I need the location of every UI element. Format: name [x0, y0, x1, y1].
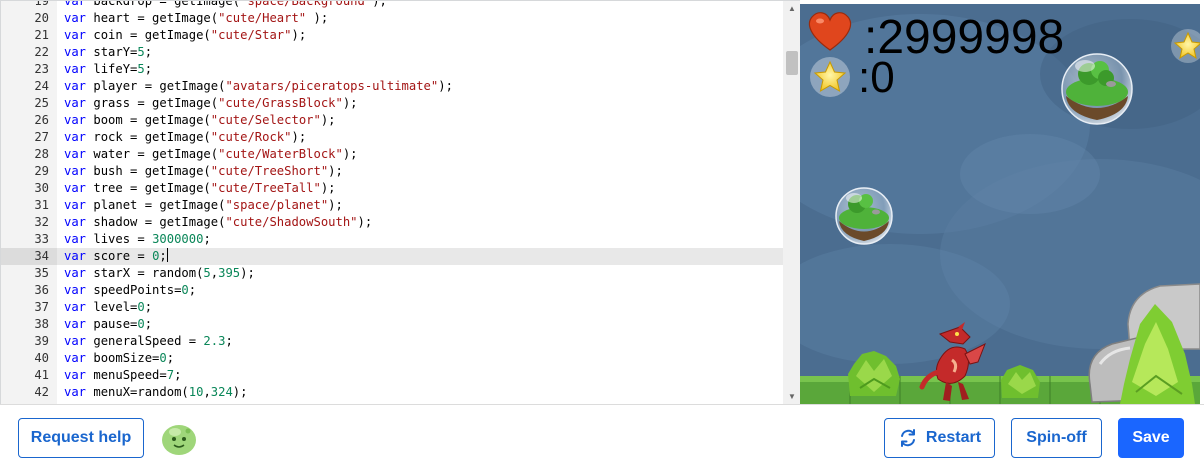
text-cursor [166, 248, 168, 262]
code-text[interactable]: var starX = random(5,395); [64, 265, 255, 282]
code-editor[interactable]: 19 var backdrop = getImage("space/Backgro… [0, 0, 800, 404]
restart-label: Restart [925, 429, 982, 446]
star-icon [810, 57, 850, 97]
code-line[interactable]: 38 var pause=0; [1, 316, 783, 333]
line-number: 29 [34, 164, 49, 178]
code-text[interactable]: var score = 0; [64, 248, 168, 265]
code-text[interactable]: var coin = getImage("cute/Star"); [64, 27, 306, 44]
code-text[interactable]: var grass = getImage("cute/GrassBlock"); [64, 95, 358, 112]
code-text[interactable]: var speedPoints=0; [64, 282, 196, 299]
line-number: 35 [34, 266, 49, 280]
code-text[interactable]: var backdrop = getImage("space/Backgroun… [64, 1, 387, 10]
line-number: 21 [34, 28, 49, 42]
code-line[interactable]: 33 var lives = 3000000; [1, 231, 783, 248]
code-line[interactable]: 19 var backdrop = getImage("space/Backgro… [1, 0, 783, 10]
code-line[interactable]: 25 var grass = getImage("cute/GrassBlock"… [1, 95, 783, 112]
code-line[interactable]: 41 var menuSpeed=7; [1, 367, 783, 384]
scroll-up-arrow-icon[interactable]: ▲ [783, 1, 800, 17]
game-canvas[interactable]: :2999998 :0 [800, 4, 1200, 404]
line-number: 25 [34, 96, 49, 110]
code-text[interactable]: var pause=0; [64, 316, 152, 333]
save-button[interactable]: Save [1118, 418, 1184, 458]
code-text[interactable]: var planet = getImage("space/planet"); [64, 197, 343, 214]
code-text[interactable]: var rock = getImage("cute/Rock"); [64, 129, 306, 146]
code-line[interactable]: 29 var bush = getImage("cute/TreeShort"); [1, 163, 783, 180]
line-number: 26 [34, 113, 49, 127]
code-text[interactable]: var lives = 3000000; [64, 231, 211, 248]
scroll-thumb[interactable] [786, 51, 798, 75]
line-number: 32 [34, 215, 49, 229]
line-number: 31 [34, 198, 49, 212]
code-line[interactable]: 40 var boomSize=0; [1, 350, 783, 367]
request-help-label: Request help [30, 429, 132, 446]
code-text[interactable]: var shadow = getImage("cute/ShadowSouth"… [64, 214, 372, 231]
line-number: 34 [1, 248, 57, 265]
line-number: 22 [34, 45, 49, 59]
spin-off-button[interactable]: Spin-off [1011, 418, 1102, 458]
code-line[interactable]: 39 var generalSpeed = 2.3; [1, 333, 783, 350]
code-line[interactable]: 32 var shadow = getImage("cute/ShadowSout… [1, 214, 783, 231]
code-text[interactable]: var menuX=random(10,324); [64, 384, 247, 401]
line-number: 24 [34, 79, 49, 93]
code-line[interactable]: 24 var player = getImage("avatars/picerat… [1, 78, 783, 95]
code-text[interactable]: var bush = getImage("cute/TreeShort"); [64, 163, 343, 180]
code-line[interactable]: 42 var menuX=random(10,324); [1, 384, 783, 401]
line-number: 30 [34, 181, 49, 195]
line-number: 42 [34, 385, 49, 399]
restart-button[interactable]: Restart [884, 418, 995, 458]
line-number: 36 [34, 283, 49, 297]
code-line[interactable]: 35 var starX = random(5,395); [1, 265, 783, 282]
line-number: 39 [34, 334, 49, 348]
line-number: 28 [34, 147, 49, 161]
code-text[interactable]: var water = getImage("cute/WaterBlock"); [64, 146, 358, 163]
line-number: 20 [34, 11, 49, 25]
helper-avatar-icon[interactable] [160, 421, 198, 457]
planet-icon [835, 187, 893, 245]
code-line[interactable]: 34 var score = 0; [1, 248, 783, 265]
code-text[interactable]: var player = getImage("avatars/piceratop… [64, 78, 453, 95]
save-label: Save [1132, 429, 1170, 446]
code-text[interactable]: var starY=5; [64, 44, 152, 61]
editor-scrollbar[interactable]: ▲ ▼ [783, 1, 800, 404]
code-line[interactable]: 23 var lifeY=5; [1, 61, 783, 78]
code-text[interactable]: var level=0; [64, 299, 152, 316]
code-line[interactable]: 36 var speedPoints=0; [1, 282, 783, 299]
code-lines[interactable]: 19 var backdrop = getImage("space/Backgro… [1, 0, 783, 401]
code-line[interactable]: 21 var coin = getImage("cute/Star"); [1, 27, 783, 44]
line-number: 19 [34, 0, 49, 8]
line-number: 33 [34, 232, 49, 246]
code-text[interactable]: var boomSize=0; [64, 350, 174, 367]
bottom-toolbar: Request help Restart Spin-off Save [0, 404, 1204, 475]
code-line[interactable]: 27 var rock = getImage("cute/Rock"); [1, 129, 783, 146]
code-line[interactable]: 28 var water = getImage("cute/WaterBlock"… [1, 146, 783, 163]
code-text[interactable]: var lifeY=5; [64, 61, 152, 78]
code-text[interactable]: var boom = getImage("cute/Selector"); [64, 112, 336, 129]
code-line[interactable]: 37 var level=0; [1, 299, 783, 316]
code-line[interactable]: 31 var planet = getImage("space/planet"); [1, 197, 783, 214]
spin-off-label: Spin-off [1026, 429, 1087, 446]
score-counter: :0 [858, 53, 895, 102]
code-text[interactable]: var menuSpeed=7; [64, 367, 181, 384]
code-line[interactable]: 22 var starY=5; [1, 44, 783, 61]
restart-icon [900, 429, 915, 447]
code-text[interactable]: var heart = getImage("cute/Heart" ); [64, 10, 328, 27]
code-line[interactable]: 20 var heart = getImage("cute/Heart" ); [1, 10, 783, 27]
code-line[interactable]: 26 var boom = getImage("cute/Selector"); [1, 112, 783, 129]
line-number: 41 [34, 368, 49, 382]
line-number: 27 [34, 130, 49, 144]
scroll-down-arrow-icon[interactable]: ▼ [783, 389, 800, 404]
line-number: 40 [34, 351, 49, 365]
line-number: 37 [34, 300, 49, 314]
code-text[interactable]: var generalSpeed = 2.3; [64, 333, 233, 350]
line-number: 38 [34, 317, 49, 331]
line-number: 23 [34, 62, 49, 76]
request-help-button[interactable]: Request help [18, 418, 144, 458]
code-text[interactable]: var tree = getImage("cute/TreeTall"); [64, 180, 336, 197]
planet-icon [1061, 53, 1133, 125]
code-line[interactable]: 30 var tree = getImage("cute/TreeTall"); [1, 180, 783, 197]
